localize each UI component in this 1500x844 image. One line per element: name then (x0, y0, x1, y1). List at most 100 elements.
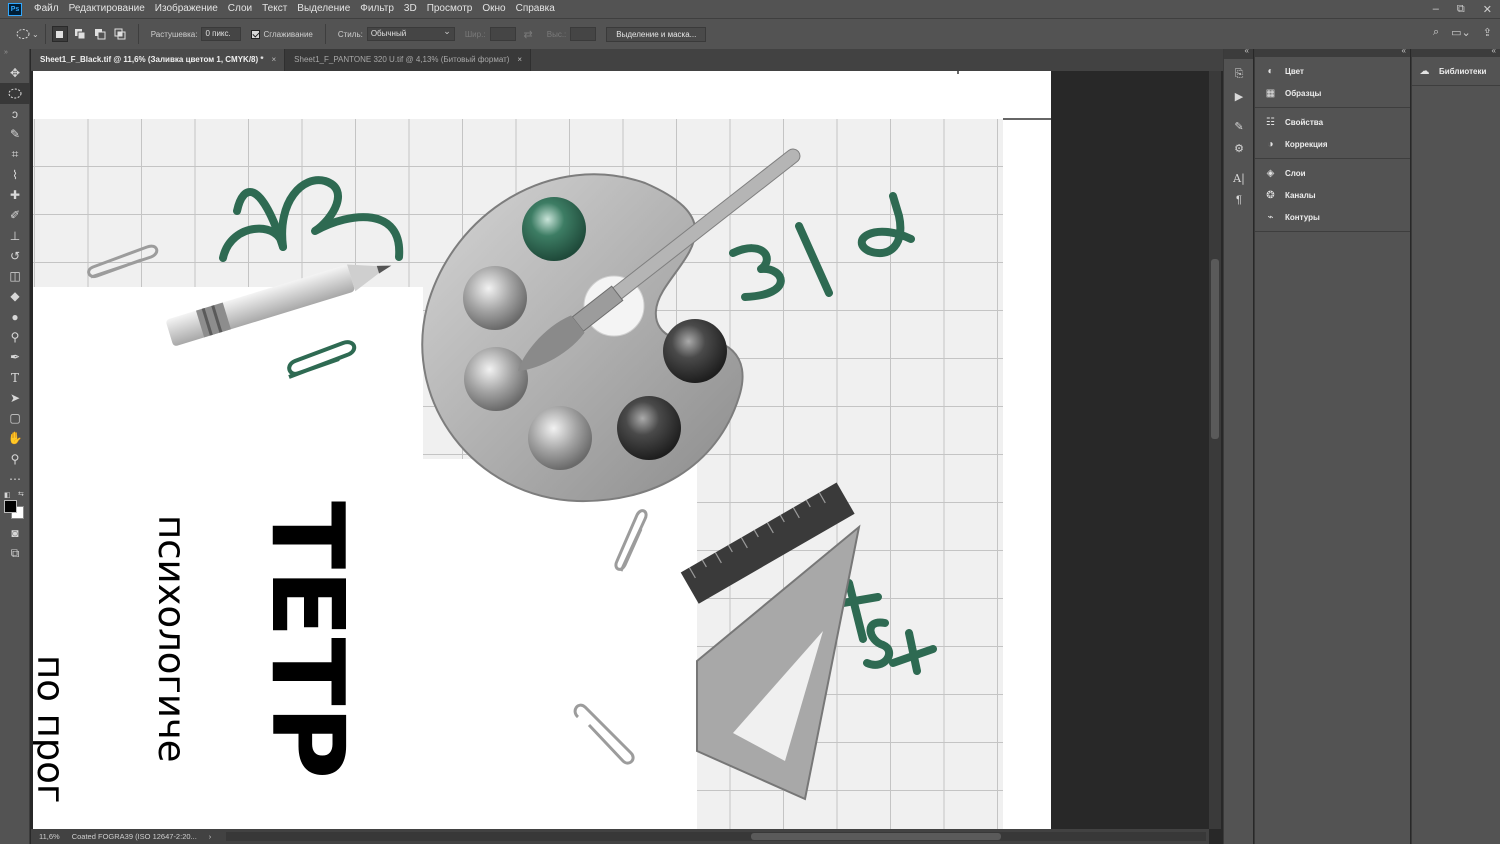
collapse-icon[interactable]: « (1402, 46, 1406, 55)
actions-play-icon[interactable]: ▶ (1224, 85, 1254, 107)
panel-group-layers: ◈ Слои ❂ Каналы ⌁ Контуры (1255, 159, 1410, 232)
hand-tool-icon[interactable]: ✋ (0, 428, 30, 448)
paint-bucket-tool-icon[interactable]: ◆ (0, 286, 30, 306)
panel-layers[interactable]: ◈ Слои (1255, 162, 1410, 184)
panel-properties[interactable]: ☷ Свойства (1255, 111, 1410, 133)
menu-view[interactable]: Просмотр (422, 0, 478, 18)
path-selection-tool-icon[interactable]: ➤ (0, 388, 30, 408)
collapse-icon[interactable]: « (1245, 46, 1249, 55)
lasso-tool-icon[interactable]: ↄ (0, 104, 30, 124)
pen-tool-icon[interactable]: ✒ (0, 347, 30, 367)
quick-selection-tool-icon[interactable]: ✎ (0, 124, 30, 144)
height-input[interactable] (570, 27, 597, 41)
panel-channels[interactable]: ❂ Каналы (1255, 184, 1410, 206)
new-selection-icon[interactable] (51, 26, 68, 42)
antialias-toggle[interactable]: Сглаживание (251, 29, 313, 39)
style-select[interactable]: Обычный (366, 25, 455, 41)
vertical-scroll-thumb[interactable] (1211, 259, 1219, 439)
panel-swatches[interactable]: ▦ Образцы (1255, 82, 1410, 104)
clone-stamp-tool-icon[interactable]: ⊥ (0, 225, 30, 245)
blur-tool-icon[interactable]: ● (0, 307, 30, 327)
close-tab-icon[interactable]: × (272, 49, 277, 71)
intersect-selection-icon[interactable] (112, 26, 128, 42)
menu-help[interactable]: Справка (511, 0, 560, 18)
tab-sheet1-black[interactable]: Sheet1_F_Black.tif @ 11,6% (Заливка цвет… (31, 49, 286, 71)
panel-label: Свойства (1285, 117, 1324, 127)
close-tab-icon[interactable]: × (517, 49, 522, 71)
rectangle-tool-icon[interactable]: ▢ (0, 408, 30, 428)
more-tools-icon[interactable]: ⋯ (0, 469, 30, 489)
tab-sheet1-pantone[interactable]: Sheet1_F_PANTONE 320 U.tif @ 4,13% (Бито… (285, 49, 532, 71)
menu-select[interactable]: Выделение (292, 0, 355, 18)
doc-title-text: ТЕТР (249, 501, 366, 779)
select-and-mask-button[interactable]: Выделение и маска... (606, 26, 707, 42)
menu-edit[interactable]: Редактирование (64, 0, 150, 18)
properties-icon: ☷ (1266, 116, 1275, 128)
crop-tool-icon[interactable]: ⌗ (0, 144, 30, 164)
paragraph-icon[interactable]: ¶ (1224, 189, 1254, 211)
panel-group-libraries: ☁ Библиотеки (1412, 57, 1500, 86)
minimize-icon[interactable]: – (1433, 3, 1439, 15)
foreground-color-swatch[interactable] (4, 500, 17, 514)
eyedropper-tool-icon[interactable]: ⌇ (0, 164, 30, 184)
menu-window[interactable]: Окно (477, 0, 510, 18)
character-icon[interactable]: A| (1224, 167, 1254, 189)
workspace-icon[interactable]: ▭⌄ (1451, 26, 1471, 39)
type-tool-icon[interactable]: T (0, 367, 30, 387)
elliptical-marquee-tool-icon[interactable] (0, 83, 30, 104)
dodge-tool-icon[interactable]: ⚲ (0, 327, 30, 347)
subtract-from-selection-icon[interactable] (92, 26, 108, 42)
collapse-icon[interactable]: « (1492, 46, 1496, 55)
menu-image[interactable]: Изображение (150, 0, 223, 18)
eraser-tool-icon[interactable]: ◫ (0, 266, 30, 286)
horizontal-scroll-thumb[interactable] (751, 833, 1001, 840)
color-wheel-icon: ◐ (1267, 65, 1274, 77)
share-icon[interactable]: ⇪ (1483, 26, 1492, 39)
brush-tool-icon[interactable]: ✐ (0, 205, 30, 225)
panel-paths[interactable]: ⌁ Контуры (1255, 206, 1410, 228)
close-icon[interactable]: ✕ (1483, 3, 1492, 16)
brush-presets-icon[interactable]: ⚙ (1224, 137, 1254, 159)
menu-type[interactable]: Текст (257, 0, 292, 18)
feather-input[interactable]: 0 пикс. (201, 27, 242, 41)
quick-mask-icon[interactable]: ◙ (0, 523, 30, 543)
panel-group-color: ◐ Цвет ▦ Образцы (1255, 57, 1410, 108)
zoom-level[interactable]: 11,6% (39, 832, 60, 841)
swap-colors-icon[interactable]: ⇆ (18, 490, 24, 498)
zoom-tool-icon[interactable]: ⚲ (0, 449, 30, 469)
history-icon[interactable]: ⎘ (1224, 63, 1254, 85)
horizontal-scrollbar[interactable] (226, 832, 1206, 841)
healing-brush-tool-icon[interactable]: ✚ (0, 185, 30, 205)
panel-libraries[interactable]: ☁ Библиотеки (1412, 60, 1500, 82)
menu-3d[interactable]: 3D (399, 0, 422, 18)
default-colors-icon[interactable]: ◧ (4, 491, 11, 499)
menu-layers[interactable]: Слои (223, 0, 257, 18)
panel-color[interactable]: ◐ Цвет (1255, 60, 1410, 82)
photoshop-logo[interactable]: Ps (8, 2, 22, 16)
menu-file[interactable]: Файл (29, 0, 64, 18)
search-icon[interactable]: ⌕ (1433, 26, 1439, 39)
brush-settings-icon[interactable]: ✎ (1224, 115, 1254, 137)
history-brush-tool-icon[interactable]: ↺ (0, 246, 30, 266)
toolbar-grip-icon[interactable]: » (0, 49, 29, 63)
move-tool-icon[interactable]: ✥ (0, 63, 30, 83)
swap-icon[interactable]: ⇄ (524, 28, 533, 41)
add-to-selection-icon[interactable] (72, 26, 88, 42)
color-swatches[interactable]: ◧ ⇆ (0, 489, 29, 523)
document-canvas[interactable]: ТЕТР психологиче по прог (33, 71, 1051, 829)
doc-subtitle-text: психологиче (150, 515, 193, 763)
panel-group-properties: ☷ Свойства ◑ Коррекция (1255, 108, 1410, 159)
vertical-scrollbar[interactable] (1209, 71, 1221, 829)
canvas-area[interactable]: ТЕТР психологиче по прог (31, 71, 1209, 829)
menu-filter[interactable]: Фильтр (355, 0, 399, 18)
panel-adjustments[interactable]: ◑ Коррекция (1255, 133, 1410, 155)
restore-icon[interactable]: ⧉ (1457, 3, 1465, 16)
elliptical-marquee-preset-icon[interactable]: ⌄ (16, 28, 39, 40)
swatches-grid-icon: ▦ (1265, 87, 1276, 99)
tools-panel: » ✥ ↄ ✎ ⌗ ⌇ ✚ ✐ ⊥ ↺ ◫ ◆ ● ⚲ ✒ T ➤ ▢ ✋ ⚲ … (0, 49, 30, 844)
style-label: Стиль: (337, 29, 363, 39)
screen-mode-icon[interactable]: ⧉ (0, 544, 30, 564)
width-input[interactable] (489, 27, 516, 41)
antialias-checkbox[interactable] (251, 29, 261, 39)
status-arrow-icon[interactable]: › (209, 832, 212, 841)
